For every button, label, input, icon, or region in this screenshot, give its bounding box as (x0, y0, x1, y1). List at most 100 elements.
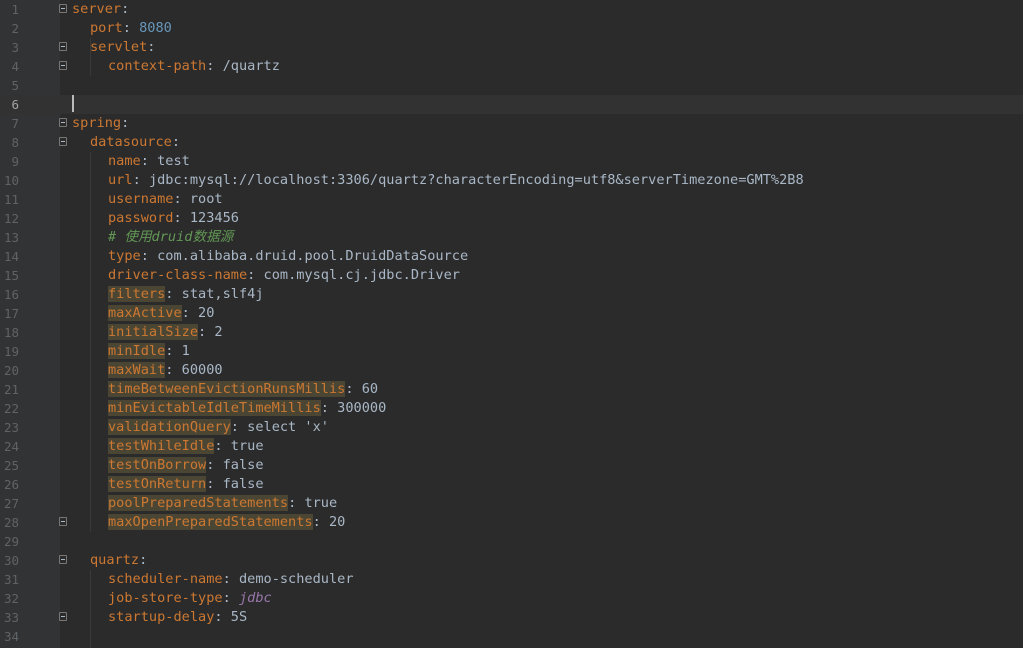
line-number: 23 (3, 420, 19, 435)
line-number: 30 (3, 553, 19, 568)
line-number: 20 (3, 363, 19, 378)
code-line[interactable]: 9 name: test (0, 152, 1023, 171)
code-line[interactable]: 24 testWhileIdle: true (0, 437, 1023, 456)
code-line[interactable]: 18 initialSize: 2 (0, 323, 1023, 342)
yaml-separator: : (345, 381, 362, 397)
yaml-separator: : (206, 457, 223, 473)
yaml-value: 5S (230, 609, 248, 625)
yaml-value: false (222, 476, 264, 492)
line-number: 18 (3, 325, 19, 340)
line-number: 34 (3, 629, 19, 644)
yaml-key: testOnReturn (108, 476, 207, 492)
line-number: 13 (3, 230, 19, 245)
line-number: 12 (3, 211, 19, 226)
fold-end-icon[interactable] (59, 612, 67, 621)
code-line[interactable]: 20 maxWait: 60000 (0, 361, 1023, 380)
yaml-value: test (157, 153, 190, 169)
code-line[interactable]: 25 testOnBorrow: false (0, 456, 1023, 475)
code-line[interactable]: 15 driver-class-name: com.mysql.cj.jdbc.D… (0, 266, 1023, 285)
code-line[interactable]: 29 (0, 532, 1023, 551)
yaml-separator: : (214, 438, 231, 454)
code-text: driver-class-name: com.mysql.cj.jdbc.Dri… (108, 266, 460, 285)
yaml-key: server (72, 1, 122, 17)
line-number: 25 (3, 458, 19, 473)
code-text: testWhileIdle: true (108, 437, 264, 456)
code-line[interactable]: 26 testOnReturn: false (0, 475, 1023, 494)
code-line[interactable]: 5 (0, 76, 1023, 95)
code-text: startup-delay: 5S (108, 608, 247, 627)
yaml-value: /quartz (222, 58, 280, 74)
code-text: username: root (108, 190, 223, 209)
code-line[interactable]: 32 job-store-type: jdbc (0, 589, 1023, 608)
code-line[interactable]: 28 maxOpenPreparedStatements: 20 (0, 513, 1023, 532)
code-line[interactable]: 4 context-path: /quartz (0, 57, 1023, 76)
yaml-key: validationQuery (108, 419, 231, 435)
line-number: 32 (3, 591, 19, 606)
code-line[interactable]: 10 url: jdbc:mysql://localhost:3306/quart… (0, 171, 1023, 190)
code-line[interactable]: 21 timeBetweenEvictionRunsMillis: 60 (0, 380, 1023, 399)
code-text: filters: stat,slf4j (108, 285, 264, 304)
yaml-separator: : (206, 476, 223, 492)
code-text: scheduler-name: demo-scheduler (108, 570, 354, 589)
fold-collapse-icon[interactable] (59, 42, 67, 51)
yaml-separator: : (198, 324, 215, 340)
fold-collapse-icon[interactable] (59, 137, 67, 146)
code-line[interactable]: 13 # 使用druid数据源 (0, 228, 1023, 247)
code-line[interactable]: 19 minIdle: 1 (0, 342, 1023, 361)
code-line[interactable]: 23 validationQuery: select 'x' (0, 418, 1023, 437)
fold-collapse-icon[interactable] (59, 4, 67, 13)
yaml-value: 2 (214, 324, 223, 340)
code-editor[interactable]: 1 server: 2 port: 8080 3 servlet: 4 context-pat… (0, 0, 1023, 648)
code-text: password: 123456 (108, 209, 239, 228)
code-line[interactable]: 22 minEvictableIdleTimeMillis: 300000 (0, 399, 1023, 418)
code-line[interactable]: 34 (0, 627, 1023, 646)
code-line[interactable]: 27 poolPreparedStatements: true (0, 494, 1023, 513)
code-line[interactable]: 17 maxActive: 20 (0, 304, 1023, 323)
yaml-separator: : (173, 191, 190, 207)
fold-end-icon[interactable] (59, 61, 67, 70)
yaml-separator: : (122, 20, 140, 36)
code-text: servlet: (90, 38, 155, 57)
yaml-separator: : (140, 248, 158, 264)
line-number: 14 (3, 249, 19, 264)
code-line[interactable]: 12 password: 123456 (0, 209, 1023, 228)
code-text: minIdle: 1 (108, 342, 190, 361)
yaml-separator: : (173, 210, 190, 226)
yaml-key: maxActive (108, 305, 182, 321)
yaml-key: port (90, 20, 123, 36)
line-number: 10 (3, 173, 19, 188)
yaml-key: maxOpenPreparedStatements (108, 514, 313, 530)
code-line[interactable]: 2 port: 8080 (0, 19, 1023, 38)
code-line[interactable]: 30 quartz: (0, 551, 1023, 570)
code-text: context-path: /quartz (108, 57, 280, 76)
code-text: minEvictableIdleTimeMillis: 300000 (108, 399, 386, 418)
fold-collapse-icon[interactable] (59, 555, 67, 564)
code-line[interactable]: 33 startup-delay: 5S (0, 608, 1023, 627)
code-text: job-store-type: jdbc (108, 589, 272, 608)
code-comment: # 使用druid数据源 (108, 229, 234, 245)
code-line[interactable]: 1 server: (0, 0, 1023, 19)
yaml-value: 20 (198, 305, 215, 321)
yaml-separator: : (181, 305, 199, 321)
yaml-key: startup-delay (108, 609, 215, 625)
line-number: 27 (3, 496, 19, 511)
code-line[interactable]: 3 servlet: (0, 38, 1023, 57)
yaml-separator: : (171, 134, 181, 150)
indent-guide (90, 570, 91, 648)
code-line[interactable]: 7 spring: (0, 114, 1023, 133)
yaml-key: spring (72, 115, 122, 131)
fold-collapse-icon[interactable] (59, 118, 67, 127)
fold-end-icon[interactable] (59, 517, 67, 526)
code-line[interactable]: 14 type: com.alibaba.druid.pool.DruidData… (0, 247, 1023, 266)
line-number: 29 (3, 534, 19, 549)
yaml-separator: : (230, 419, 248, 435)
code-line[interactable]: 16 filters: stat,slf4j (0, 285, 1023, 304)
yaml-value: false (222, 457, 264, 473)
code-text: quartz: (90, 551, 147, 570)
line-number: 4 (11, 59, 19, 74)
code-line[interactable]: 31 scheduler-name: demo-scheduler (0, 570, 1023, 589)
code-line[interactable]: 11 username: root (0, 190, 1023, 209)
yaml-value: 60000 (181, 362, 223, 378)
code-line[interactable]: 8 datasource: (0, 133, 1023, 152)
code-line[interactable]: 6 (0, 95, 1023, 114)
